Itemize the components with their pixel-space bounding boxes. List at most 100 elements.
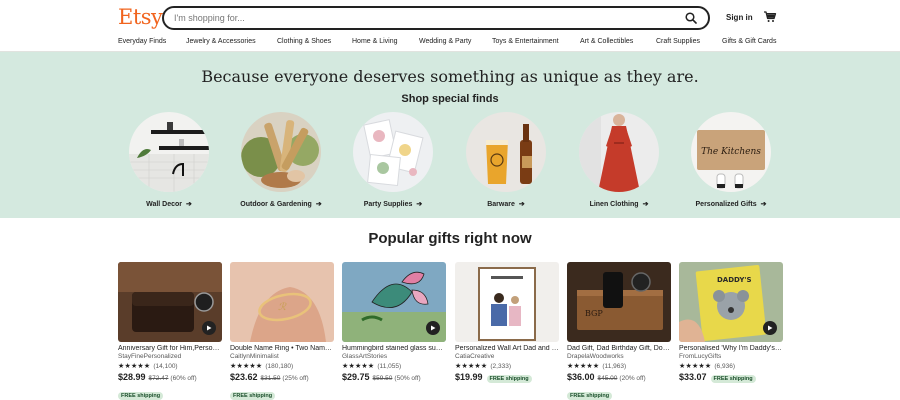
product-image (455, 262, 559, 342)
sale-price: $36.00 (567, 372, 595, 382)
category-image: The Kitchens (691, 112, 771, 192)
category-image (579, 112, 659, 192)
star-rating-icon: ★★★★★ (679, 363, 712, 370)
product-title: Personalised 'Why I'm Daddy's Girl' Book (679, 345, 783, 352)
nav-toys-entertainment[interactable]: Toys & Entertainment (492, 38, 559, 45)
category-party-supplies[interactable]: Party Supplies ➔ (333, 112, 453, 208)
svg-text:DADDY'S: DADDY'S (717, 276, 752, 284)
free-shipping-badge: FREE shipping (486, 375, 532, 383)
discount: (50% off) (394, 375, 421, 382)
hero-subtitle: Shop special finds (401, 93, 499, 105)
category-barware[interactable]: Barware ➔ (446, 112, 566, 208)
svg-text:ℛ: ℛ (278, 302, 287, 313)
product-card[interactable]: Hummingbird stained glass suncatcher Gla… (342, 262, 446, 382)
product-title: Personalized Wall Art Dad and kids (455, 345, 559, 352)
category-image (466, 112, 546, 192)
hero-banner: Because everyone deserves something as u… (0, 52, 900, 218)
discount: (25% off) (282, 375, 309, 382)
product-rating: ★★★★★ (11,055) (342, 362, 446, 371)
etsy-logo[interactable]: Etsy (118, 5, 163, 29)
nav-wedding-party[interactable]: Wedding & Party (419, 38, 471, 45)
category-label: Personalized Gifts ➔ (695, 201, 767, 208)
sale-price: $29.75 (342, 372, 370, 382)
search-input[interactable] (174, 10, 674, 26)
sale-price: $33.07 (679, 372, 707, 382)
arrow-right-icon: ➔ (186, 201, 192, 208)
shop-name: FromLucyGifts (679, 353, 722, 360)
product-card[interactable]: BGP Dad Gift, Dad Birthday Gift, Docking… (567, 262, 671, 400)
arrow-right-icon: ➔ (416, 201, 423, 208)
popular-gifts-heading: Popular gifts right now (368, 230, 532, 247)
sign-in-link[interactable]: Sign in (726, 13, 753, 22)
star-rating-icon: ★★★★★ (455, 363, 488, 370)
category-image (129, 112, 209, 192)
category-outdoor-gardening[interactable]: Outdoor & Gardening ➔ (221, 112, 341, 208)
arrow-right-icon: ➔ (760, 201, 767, 208)
product-rating: ★★★★★ (14,100) (118, 362, 222, 371)
original-price: $59.50 (372, 375, 393, 382)
play-video-icon[interactable] (202, 321, 216, 335)
product-price: $19.99 FREE shipping (455, 372, 559, 383)
cart-icon[interactable] (763, 10, 777, 24)
arrow-right-icon: ➔ (642, 201, 649, 208)
review-count: (14,100) (153, 362, 178, 370)
category-wall-decor[interactable]: Wall Decor ➔ (109, 112, 229, 208)
product-title: Double Name Ring • Two Name Ring (230, 345, 334, 352)
category-label: Party Supplies ➔ (363, 201, 423, 208)
review-count: (11,055) (377, 362, 402, 370)
product-price: $33.07 FREE shipping (679, 372, 783, 383)
nav-gifts-gift-cards[interactable]: Gifts & Gift Cards (722, 38, 776, 45)
category-label: Barware ➔ (487, 201, 525, 208)
product-card[interactable]: ℛ Double Name Ring • Two Name Ring Caitl… (230, 262, 334, 400)
search-icon (685, 12, 697, 24)
nav-art-collectibles[interactable]: Art & Collectibles (580, 38, 633, 45)
hero-title: Because everyone deserves something as u… (201, 67, 699, 86)
star-rating-icon: ★★★★★ (342, 363, 375, 370)
discount: (60% off) (170, 375, 197, 382)
star-rating-icon: ★★★★★ (118, 363, 151, 370)
product-image (342, 262, 446, 342)
review-count: (180,180) (265, 362, 294, 370)
product-card[interactable]: Personalized Wall Art Dad and kids Catia… (455, 262, 559, 383)
product-title: Hummingbird stained glass suncatcher (342, 345, 446, 352)
category-image (353, 112, 433, 192)
category-label: Linen Clothing ➔ (589, 201, 649, 208)
shop-name: GlassArtStories (342, 353, 388, 360)
category-personalized-gifts[interactable]: The Kitchens Personalized Gifts ➔ (671, 112, 791, 208)
shop-name: DrapelaWoodworks (567, 353, 624, 360)
arrow-right-icon: ➔ (315, 201, 322, 208)
star-rating-icon: ★★★★★ (230, 363, 263, 370)
category-nav: Everyday Finds Jewelry & Accessories Clo… (0, 36, 900, 52)
original-price: $45.00 (597, 375, 618, 382)
nav-home-living[interactable]: Home & Living (352, 38, 398, 45)
star-rating-icon: ★★★★★ (567, 363, 600, 370)
original-price: $72.47 (148, 375, 169, 382)
category-label: Outdoor & Gardening ➔ (240, 201, 322, 208)
nav-craft-supplies[interactable]: Craft Supplies (656, 38, 700, 45)
header: Etsy Sign in (0, 0, 900, 36)
product-image: ℛ (230, 262, 334, 342)
category-linen-clothing[interactable]: Linen Clothing ➔ (559, 112, 679, 208)
shop-name: CatiaCreative (455, 353, 495, 360)
product-rating: ★★★★★ (6,936) (679, 362, 783, 371)
category-image (241, 112, 321, 192)
play-video-icon[interactable] (763, 321, 777, 335)
original-price: $31.50 (260, 375, 281, 382)
search-button[interactable] (682, 10, 700, 26)
svg-text:The Kitchens: The Kitchens (701, 147, 761, 157)
product-price: $29.75 $59.50 (50% off) (342, 372, 446, 382)
product-card[interactable]: Anniversary Gift for Him,Personalized...… (118, 262, 222, 400)
free-shipping-badge: FREE shipping (230, 392, 276, 400)
svg-text:BGP: BGP (585, 309, 603, 318)
nav-clothing-shoes[interactable]: Clothing & Shoes (277, 38, 331, 45)
review-count: (11,963) (602, 362, 627, 370)
product-rating: ★★★★★ (180,180) (230, 362, 334, 371)
product-card[interactable]: DADDY'S Personalised 'Why I'm Daddy's Gi… (679, 262, 783, 383)
product-title: Anniversary Gift for Him,Personalized... (118, 345, 222, 352)
nav-jewelry-accessories[interactable]: Jewelry & Accessories (186, 38, 256, 45)
nav-everyday-finds[interactable]: Everyday Finds (118, 38, 166, 45)
search-bar[interactable] (162, 6, 710, 30)
shop-name: CaitlynMinimalist (230, 353, 279, 360)
discount: (20% off) (619, 375, 646, 382)
play-video-icon[interactable] (426, 321, 440, 335)
